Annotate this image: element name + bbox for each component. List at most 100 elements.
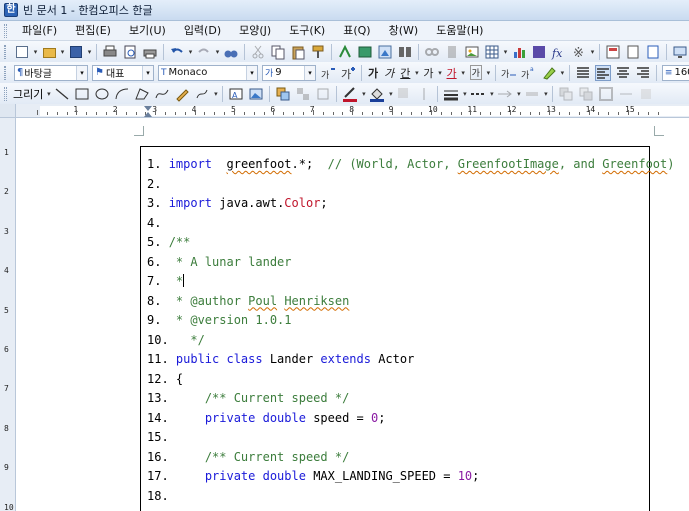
indent-marker-icon[interactable]	[144, 106, 152, 117]
paragraph-style-combo[interactable]: ¶ 바탕글 ▾	[14, 64, 88, 81]
code-line[interactable]: 14. private double speed = 0;	[147, 409, 385, 428]
code-line[interactable]: 12. {	[147, 370, 183, 389]
ungroup-icon[interactable]	[295, 86, 311, 102]
symbol-icon[interactable]: ※	[571, 44, 587, 61]
line-tool-icon[interactable]	[54, 86, 70, 102]
undo-icon[interactable]	[169, 44, 185, 60]
chevron-down-icon[interactable]: ▾	[76, 65, 87, 80]
bold-button[interactable]: 가	[368, 65, 378, 81]
align-left-icon[interactable]	[594, 64, 611, 81]
textbox-tool-icon[interactable]: A	[228, 86, 244, 102]
strikethrough-button[interactable]: 가	[423, 65, 433, 81]
insert-object-icon[interactable]	[377, 44, 393, 60]
rectangle-tool-icon[interactable]	[74, 86, 90, 102]
quick-print-icon[interactable]	[142, 44, 158, 60]
arrow-style-icon[interactable]	[497, 86, 513, 102]
menu-insert[interactable]: 입력(D)	[175, 22, 230, 40]
line-color-icon[interactable]	[342, 86, 358, 102]
code-line[interactable]: 17. private double MAX_LANDING_SPEED = 1…	[147, 467, 479, 486]
print-preview-icon[interactable]	[122, 44, 138, 60]
code-line[interactable]: 3. import java.awt.Color;	[147, 194, 328, 213]
font-color-button[interactable]: 가	[447, 65, 457, 81]
code-line[interactable]: 13. /** Current speed */	[147, 389, 349, 408]
code-line[interactable]: 10. */	[147, 331, 205, 350]
columns-icon[interactable]	[397, 44, 413, 60]
shadow-icon[interactable]	[396, 86, 412, 102]
arc-tool-icon[interactable]	[114, 86, 130, 102]
code-line[interactable]: 5. /**	[147, 233, 190, 252]
menu-tools[interactable]: 도구(K)	[280, 22, 334, 40]
horizontal-ruler[interactable]: 123456789101112131415	[0, 104, 689, 118]
drawing-toolbar-grip[interactable]	[4, 86, 7, 101]
bookmark-icon[interactable]	[444, 44, 460, 60]
frame-icon[interactable]	[598, 86, 614, 102]
language-combo[interactable]: ⚑ 대표 ▾	[92, 64, 154, 81]
font-size-combo[interactable]: 가 9 ▾	[262, 64, 316, 81]
monitor-icon[interactable]	[672, 44, 688, 60]
ellipse-tool-icon[interactable]	[94, 86, 110, 102]
code-line[interactable]: 6. * A lunar lander	[147, 253, 292, 272]
page-setup-icon[interactable]	[625, 44, 641, 60]
arrange-icon[interactable]	[416, 86, 432, 102]
document-page[interactable]: 1. import greenfoot.*; // (World, Actor,…	[36, 118, 689, 511]
menu-table[interactable]: 표(Q)	[334, 22, 379, 40]
align-center-icon[interactable]	[615, 65, 631, 81]
menu-grip[interactable]	[4, 23, 7, 38]
code-line[interactable]: 7. *	[147, 272, 185, 291]
curve-tool-icon[interactable]	[154, 86, 170, 102]
code-line[interactable]: 16. /** Current speed */	[147, 448, 349, 467]
print-icon[interactable]	[102, 44, 118, 60]
highlighter-icon[interactable]	[541, 65, 557, 81]
hwp-app-icon[interactable]: 한	[4, 3, 18, 17]
code-table-cell[interactable]: 1. import greenfoot.*; // (World, Actor,…	[140, 146, 674, 511]
toolbar-grip[interactable]	[4, 44, 6, 59]
shape-edit-icon[interactable]	[357, 44, 373, 60]
char-spacing-icon[interactable]: 가	[501, 65, 517, 81]
pencil-tool-icon[interactable]	[174, 86, 190, 102]
font-size-increase-icon[interactable]: 가	[340, 65, 356, 81]
italic-button[interactable]: 가	[384, 65, 394, 81]
save-disk-icon[interactable]	[68, 44, 84, 60]
font-size-decrease-icon[interactable]: 가	[320, 65, 336, 81]
format-toolbar-grip[interactable]	[4, 65, 6, 80]
insert-table-icon[interactable]	[484, 44, 500, 60]
ruler-corner[interactable]	[0, 104, 16, 117]
line-spacing-combo[interactable]: ≡160	[661, 64, 689, 81]
insert-picture-icon[interactable]	[464, 44, 480, 60]
align-objects-icon[interactable]	[524, 86, 540, 102]
align-justify-icon[interactable]	[575, 65, 591, 81]
menu-window[interactable]: 창(W)	[380, 22, 428, 40]
group-icon[interactable]	[275, 86, 291, 102]
send-back-icon[interactable]	[578, 86, 594, 102]
menu-edit[interactable]: 편집(E)	[66, 22, 120, 40]
underline-button[interactable]: 간	[400, 65, 410, 81]
align-right-icon[interactable]	[635, 65, 651, 81]
code-line[interactable]: 15.	[147, 428, 176, 447]
polygon-tool-icon[interactable]	[134, 86, 150, 102]
menu-format[interactable]: 모양(J)	[230, 22, 280, 40]
line-dash-icon[interactable]	[470, 86, 486, 102]
code-line[interactable]: 2.	[147, 175, 169, 194]
code-line[interactable]: 18.	[147, 487, 176, 506]
vertical-ruler[interactable]: 1 2 3 4 5 6 7 8 9 10	[0, 118, 16, 511]
open-folder-icon[interactable]	[41, 44, 57, 60]
chevron-down-icon[interactable]: ▾	[304, 65, 315, 80]
picture-tool-icon[interactable]	[248, 86, 264, 102]
new-document-icon[interactable]	[14, 44, 30, 60]
insert-chart-icon[interactable]	[511, 44, 527, 60]
rotate-icon[interactable]	[315, 86, 331, 102]
connector-tool-icon[interactable]	[194, 86, 210, 102]
equation-icon[interactable]: fx	[551, 44, 567, 60]
superscript-icon[interactable]: 가a	[521, 65, 537, 81]
insert-chart2-icon[interactable]	[531, 44, 547, 60]
fill-color-icon[interactable]	[369, 86, 385, 102]
page-border-icon[interactable]	[645, 44, 661, 60]
code-line[interactable]: 8. * @author Poul Henriksen	[147, 292, 349, 311]
link-icon[interactable]	[424, 44, 440, 60]
code-line[interactable]: 1. import greenfoot.*; // (World, Actor,…	[147, 155, 674, 174]
menu-help[interactable]: 도움말(H)	[427, 22, 492, 40]
code-line[interactable]: 11. public class Lander extends Actor	[147, 350, 414, 369]
paste-icon[interactable]	[290, 44, 306, 60]
char-border-button[interactable]: 가	[469, 65, 482, 80]
drawing-label[interactable]: 그리기	[13, 86, 43, 102]
